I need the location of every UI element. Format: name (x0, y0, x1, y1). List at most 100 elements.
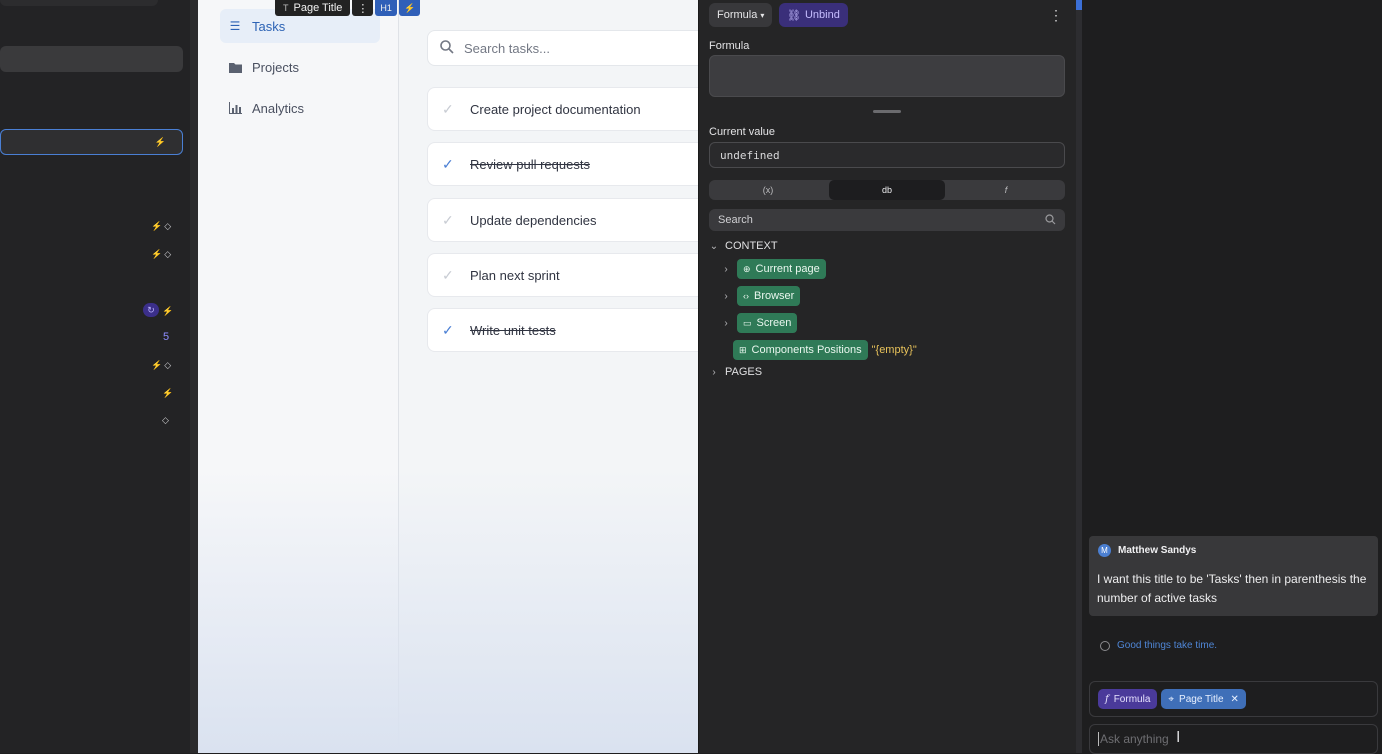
heading-tag: H1 (380, 3, 392, 13)
pill-label: Components Positions (751, 344, 862, 356)
bind-icon[interactable]: ⚡◇ (151, 360, 173, 371)
loading-spinner-icon (1100, 640, 1110, 651)
author-name: Matthew Sandys (1118, 545, 1197, 556)
bind-icon[interactable]: ⚡◇ (151, 249, 173, 260)
database-icon: db (881, 185, 892, 195)
current-value: undefined (720, 149, 780, 162)
generation-status: Good things take time. (1100, 640, 1217, 651)
tree-item-current-page[interactable]: › ⊕ Current page (721, 259, 826, 279)
element-name-chip[interactable]: T Page Title (275, 0, 351, 16)
more-options-icon[interactable]: ⋮ (1049, 7, 1063, 24)
current-value-label: Current value (709, 126, 776, 138)
list-icon: ☰ (229, 19, 241, 33)
bind-icon[interactable]: ⚡ (398, 0, 421, 16)
numeric-value: 5 (163, 331, 170, 343)
tree-item-screen[interactable]: › ▭ Screen (721, 313, 798, 333)
status-text: Good things take time. (1117, 640, 1218, 651)
segment-functions[interactable]: f (947, 180, 1065, 200)
bind-icon[interactable]: ⚡◇ (151, 221, 173, 232)
bar-chart-icon (228, 101, 242, 115)
empty-value: "{empty}" (871, 344, 917, 356)
check-icon[interactable]: ✓ (442, 212, 456, 229)
current-value-field: undefined (709, 142, 1065, 168)
chip-label: Page Title (1179, 693, 1224, 705)
unbind-button[interactable]: ⛓ Unbind (779, 3, 848, 27)
element-name: Page Title (293, 2, 343, 14)
resize-handle[interactable] (873, 110, 901, 113)
diamond-icon[interactable]: ◇ (162, 415, 171, 426)
segment-variables[interactable]: (x) (709, 180, 827, 200)
bind-icon[interactable]: ⚡ (162, 388, 175, 399)
chevron-down-icon: ▾ (760, 10, 765, 20)
tree-item-components-positions[interactable]: ⊞ Components Positions "{empty}" (733, 340, 917, 360)
task-item[interactable]: ✓ Create project documentation (427, 87, 698, 131)
task-label: Write unit tests (470, 322, 556, 338)
search-placeholder: Search (718, 214, 753, 226)
chevron-right-icon: › (712, 366, 716, 378)
left-panel-field[interactable] (0, 46, 183, 72)
bind-icon[interactable]: ⚡ (155, 137, 168, 148)
element-more-button[interactable]: ⋮ (352, 0, 374, 16)
search-placeholder: Search tasks... (464, 40, 550, 56)
chat-input-placeholder: Ask anything (1100, 732, 1169, 746)
chat-input[interactable]: Ask anything I (1089, 724, 1378, 754)
panel-divider[interactable] (190, 0, 198, 753)
formula-panel: Formula ▾ ⛓ Unbind ⋮ Formula Current val… (698, 0, 1076, 753)
context-search-input[interactable]: Search (709, 209, 1065, 231)
task-item[interactable]: ✓ Plan next sprint (427, 253, 698, 297)
unbind-label: Unbind (804, 9, 840, 21)
task-label: Update dependencies (470, 212, 597, 228)
code-icon: ‹› (743, 291, 749, 301)
search-icon (440, 39, 454, 57)
tree-item-browser[interactable]: › ‹› Browser (721, 286, 801, 306)
chevron-right-icon[interactable]: › (721, 264, 731, 275)
text-cursor-icon: I (1176, 729, 1181, 746)
function-icon: f (1105, 693, 1109, 705)
heading-tag-badge[interactable]: H1 (375, 0, 397, 16)
task-search-input[interactable]: Search tasks... (427, 30, 698, 66)
task-item[interactable]: ✓ Write unit tests (427, 308, 698, 352)
close-icon[interactable]: ✕ (1231, 694, 1239, 705)
nav-item-analytics[interactable]: Analytics (220, 91, 380, 125)
check-icon[interactable]: ✓ (442, 322, 456, 339)
pages-heading: PAGES (725, 366, 763, 378)
chevron-right-icon[interactable]: › (721, 291, 731, 302)
pages-section-header[interactable]: › PAGES (709, 362, 762, 382)
left-panel-top-field[interactable] (0, 0, 158, 6)
chevron-right-icon[interactable]: › (721, 318, 731, 329)
check-icon[interactable]: ✓ (442, 101, 456, 118)
context-pill[interactable]: ⊕ Current page (737, 259, 826, 279)
check-icon[interactable]: ✓ (442, 267, 456, 284)
formula-editor[interactable] (709, 55, 1065, 97)
task-item[interactable]: ✓ Update dependencies (427, 198, 698, 242)
ai-chat-panel: M Matthew Sandys I want this title to be… (1082, 0, 1382, 754)
bind-icon[interactable]: ⚡ (162, 306, 175, 317)
message-header: M Matthew Sandys (1098, 544, 1196, 557)
context-pill[interactable]: ▭ Screen (737, 313, 798, 333)
monitor-icon: ▭ (743, 317, 752, 328)
nav-item-projects[interactable]: Projects (220, 50, 380, 84)
text-caret (1098, 732, 1099, 746)
text-type-icon: T (283, 3, 289, 13)
search-icon (1045, 214, 1056, 228)
context-chip-formula[interactable]: f Formula (1098, 689, 1158, 709)
pill-label: Screen (756, 317, 792, 329)
segment-data[interactable]: db (829, 180, 945, 200)
task-item[interactable]: ✓ Review pull requests (427, 142, 698, 186)
context-pill[interactable]: ⊞ Components Positions (733, 340, 868, 360)
unlink-icon: ⛓ (787, 9, 801, 22)
formula-mode-dropdown[interactable]: Formula ▾ (709, 3, 773, 27)
task-label: Plan next sprint (470, 267, 560, 283)
context-chip-page-title[interactable]: ⌖ Page Title ✕ (1161, 689, 1246, 709)
left-properties-panel: ⚡ ⚡◇ ⚡◇ ↻ ⚡ 5 ⚡◇ ⚡ ◇ (0, 0, 192, 753)
context-section-header[interactable]: ⌄ CONTEXT (709, 236, 778, 256)
chevron-down-icon: ⌄ (709, 240, 719, 252)
element-toolbar: T Page Title ⋮ H1 ⚡ (275, 0, 421, 16)
formula-label: Formula (709, 40, 750, 52)
context-pill[interactable]: ‹› Browser (737, 286, 801, 306)
chat-message: M Matthew Sandys I want this title to be… (1089, 536, 1378, 616)
refresh-icon[interactable]: ↻ (143, 303, 159, 317)
check-icon[interactable]: ✓ (442, 156, 456, 173)
left-panel-selected-field[interactable]: ⚡ (0, 129, 183, 155)
nav-item-label: Projects (252, 59, 299, 75)
